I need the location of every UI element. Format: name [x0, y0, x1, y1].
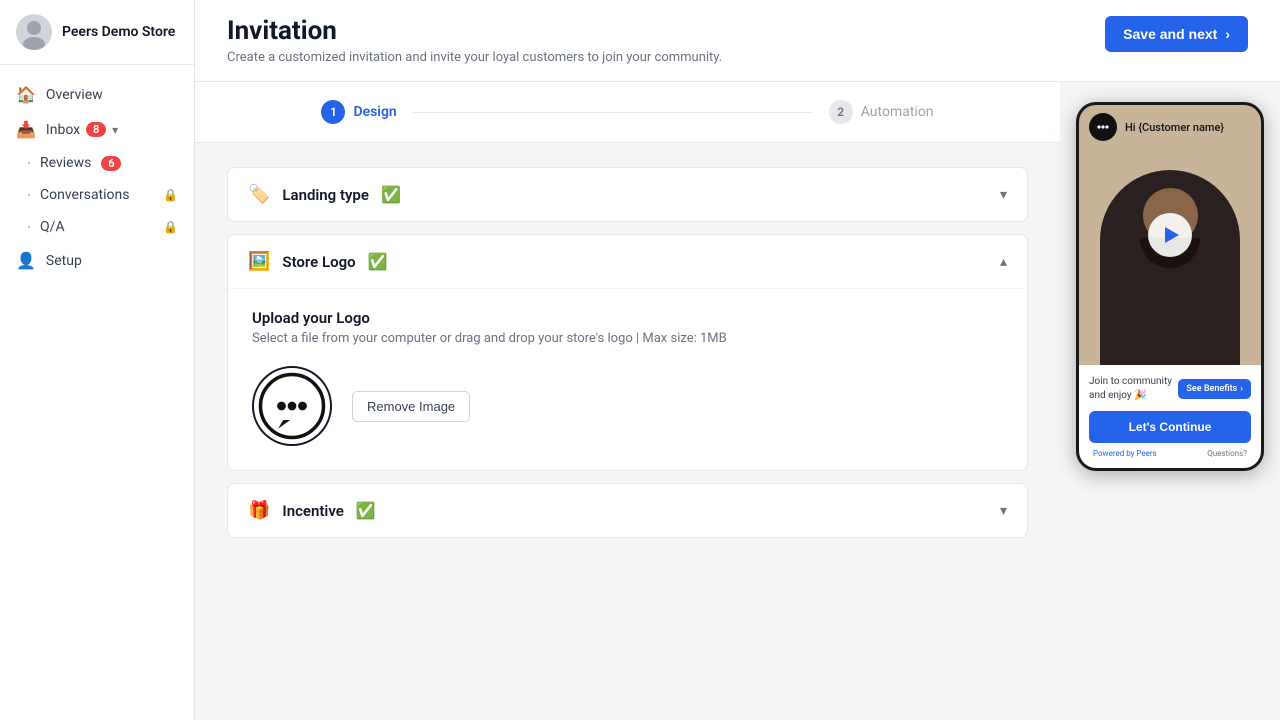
section-landing-type-header[interactable]: 🏷️ Landing type ✅ ▾ [228, 168, 1027, 221]
upload-subtitle: Select a file from your computer or drag… [252, 331, 1003, 346]
sidebar-item-overview-label: Overview [46, 87, 103, 103]
main: Invitation Create a customized invitatio… [195, 0, 1280, 720]
section-incentive-left: 🎁 Incentive ✅ [248, 500, 376, 521]
step-automation[interactable]: 2 Automation [829, 100, 934, 124]
section-incentive-header[interactable]: 🎁 Incentive ✅ ▾ [228, 484, 1027, 537]
dot-icon-3: • [28, 224, 30, 231]
page-title: Invitation [227, 16, 722, 46]
dot-icon: • [28, 160, 30, 167]
inbox-row: Inbox 8 ▾ [46, 122, 118, 138]
logo-row: Remove Image [252, 366, 1003, 446]
see-benefits-arrow: › [1240, 384, 1243, 394]
store-logo-check-icon: ✅ [368, 252, 388, 271]
section-landing-type: 🏷️ Landing type ✅ ▾ [227, 167, 1028, 222]
sidebar-item-qa-label: Q/A [40, 219, 65, 235]
landing-type-chevron-icon: ▾ [1000, 187, 1007, 203]
step-connector [413, 112, 813, 113]
see-benefits-label: See Benefits [1186, 384, 1237, 394]
questions-link[interactable]: Questions? [1207, 449, 1247, 458]
sidebar-item-conversations-label: Conversations [40, 187, 129, 203]
home-icon: 🏠 [16, 85, 36, 104]
phone-greeting: Hi {Customer name} [1125, 121, 1224, 134]
peers-brand: Peers [1136, 449, 1156, 458]
store-logo-icon: 🖼️ [248, 251, 270, 272]
header-text: Invitation Create a customized invitatio… [227, 16, 722, 65]
incentive-icon: 🎁 [248, 500, 270, 521]
section-store-logo: 🖼️ Store Logo ✅ ▴ Upload your Logo Selec… [227, 234, 1028, 471]
logo-preview [252, 366, 332, 446]
chevron-down-icon: ▾ [112, 123, 118, 137]
sections-container: 🏷️ Landing type ✅ ▾ 🖼️ Store Logo ✅ [195, 143, 1060, 562]
center-panel: 1 Design 2 Automation [195, 82, 1060, 720]
setup-icon: 👤 [16, 251, 36, 270]
inbox-icon: 📥 [16, 120, 36, 139]
dot-icon-2: • [28, 192, 30, 199]
remove-image-button[interactable]: Remove Image [352, 391, 470, 422]
incentive-check-icon: ✅ [356, 501, 376, 520]
section-store-logo-header[interactable]: 🖼️ Store Logo ✅ ▴ [228, 235, 1027, 288]
join-text: Join to community and enjoy 🎉 [1089, 375, 1178, 403]
sidebar-item-inbox-label: Inbox [46, 122, 80, 138]
step-design-circle: 1 [321, 100, 345, 124]
lock-icon: 🔒 [163, 188, 178, 202]
section-store-logo-left: 🖼️ Store Logo ✅ [248, 251, 388, 272]
chat-logo-svg [257, 371, 327, 441]
save-next-label: Save and next [1123, 26, 1217, 42]
play-triangle-icon [1165, 227, 1179, 243]
landing-type-title: Landing type [282, 186, 369, 204]
phone-mockup: Hi {Customer name} [1076, 102, 1264, 471]
upload-title: Upload your Logo [252, 309, 1003, 327]
content-area: 1 Design 2 Automation [195, 82, 1280, 720]
step-design-label: Design [353, 104, 396, 120]
step-design[interactable]: 1 Design [321, 100, 396, 124]
join-community-row: Join to community and enjoy 🎉 See Benefi… [1089, 375, 1251, 403]
store-logo-title: Store Logo [282, 253, 355, 271]
incentive-chevron-icon: ▾ [1000, 503, 1007, 519]
sidebar-item-conversations: • Conversations 🔒 [0, 179, 194, 211]
reviews-badge: 6 [101, 156, 121, 171]
landing-type-icon: 🏷️ [248, 184, 270, 205]
section-landing-type-left: 🏷️ Landing type ✅ [248, 184, 401, 205]
sidebar-item-reviews[interactable]: • Reviews 6 [0, 147, 194, 179]
sidebar-nav: 🏠 Overview 📥 Inbox 8 ▾ • Reviews 6 • Con… [0, 65, 194, 720]
arrow-icon: › [1225, 26, 1230, 42]
lets-continue-button[interactable]: Let's Continue [1089, 411, 1251, 443]
save-next-button[interactable]: Save and next › [1105, 16, 1248, 52]
sidebar-item-inbox[interactable]: 📥 Inbox 8 ▾ [0, 112, 194, 147]
inbox-badge: 8 [86, 122, 106, 137]
section-incentive: 🎁 Incentive ✅ ▾ [227, 483, 1028, 538]
sidebar-item-setup-label: Setup [46, 253, 82, 269]
step-automation-circle: 2 [829, 100, 853, 124]
incentive-title: Incentive [282, 502, 343, 520]
phone-video-area: Hi {Customer name} [1079, 105, 1261, 365]
sidebar-item-overview[interactable]: 🏠 Overview [0, 77, 194, 112]
main-header: Invitation Create a customized invitatio… [195, 0, 1280, 82]
stepper: 1 Design 2 Automation [195, 82, 1060, 143]
phone-bottom-card: Join to community and enjoy 🎉 See Benefi… [1079, 365, 1261, 468]
sidebar-item-setup[interactable]: 👤 Setup [0, 243, 194, 278]
store-name: Peers Demo Store [62, 24, 175, 40]
lock-icon-2: 🔒 [163, 220, 178, 234]
phone-header-bar: Hi {Customer name} [1079, 105, 1261, 149]
powered-by-text: Powered by [1093, 449, 1134, 458]
store-logo-chevron-icon: ▴ [1000, 254, 1007, 270]
sidebar: Peers Demo Store 🏠 Overview 📥 Inbox 8 ▾ … [0, 0, 195, 720]
sidebar-header: Peers Demo Store [0, 0, 194, 65]
avatar [16, 14, 52, 50]
powered-by: Powered by Peers [1093, 449, 1157, 458]
sidebar-item-reviews-label: Reviews [40, 155, 91, 171]
play-button[interactable] [1148, 213, 1192, 257]
landing-type-check-icon: ✅ [381, 185, 401, 204]
phone-logo-circle [1089, 113, 1117, 141]
step-automation-label: Automation [861, 104, 934, 120]
phone-footer: Powered by Peers Questions? [1089, 449, 1251, 462]
see-benefits-button[interactable]: See Benefits › [1178, 379, 1251, 399]
section-store-logo-body: Upload your Logo Select a file from your… [228, 288, 1027, 470]
right-panel: Hi {Customer name} [1060, 82, 1280, 720]
page-subtitle: Create a customized invitation and invit… [227, 50, 722, 65]
sidebar-item-qa: • Q/A 🔒 [0, 211, 194, 243]
